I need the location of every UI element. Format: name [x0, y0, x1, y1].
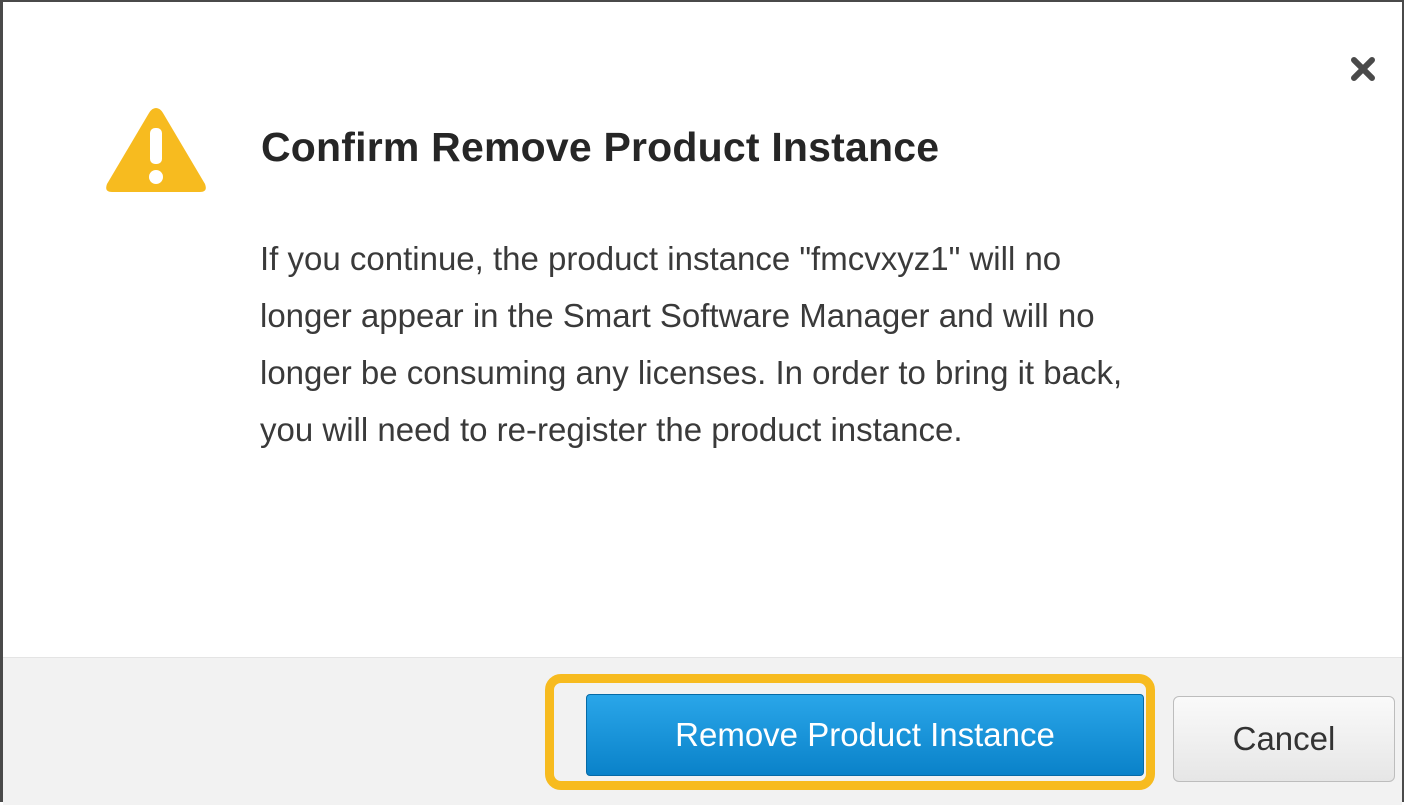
dialog-title: Confirm Remove Product Instance [261, 124, 940, 170]
message-line: longer be consuming any licenses. In ord… [260, 354, 1123, 391]
warning-icon [103, 104, 209, 196]
remove-product-instance-button[interactable]: Remove Product Instance [586, 694, 1144, 776]
message-line: longer appear in the Smart Software Mana… [260, 297, 1095, 334]
cancel-button[interactable]: Cancel [1173, 696, 1395, 782]
close-icon [1351, 57, 1375, 81]
message-line: If you continue, the product instance "f… [260, 240, 1062, 277]
confirm-remove-dialog: Confirm Remove Product Instance If you c… [0, 0, 1404, 805]
close-button[interactable] [1346, 52, 1380, 86]
message-line: you will need to re-register the product… [260, 411, 963, 448]
dialog-message: If you continue, the product instance "f… [260, 230, 1360, 458]
